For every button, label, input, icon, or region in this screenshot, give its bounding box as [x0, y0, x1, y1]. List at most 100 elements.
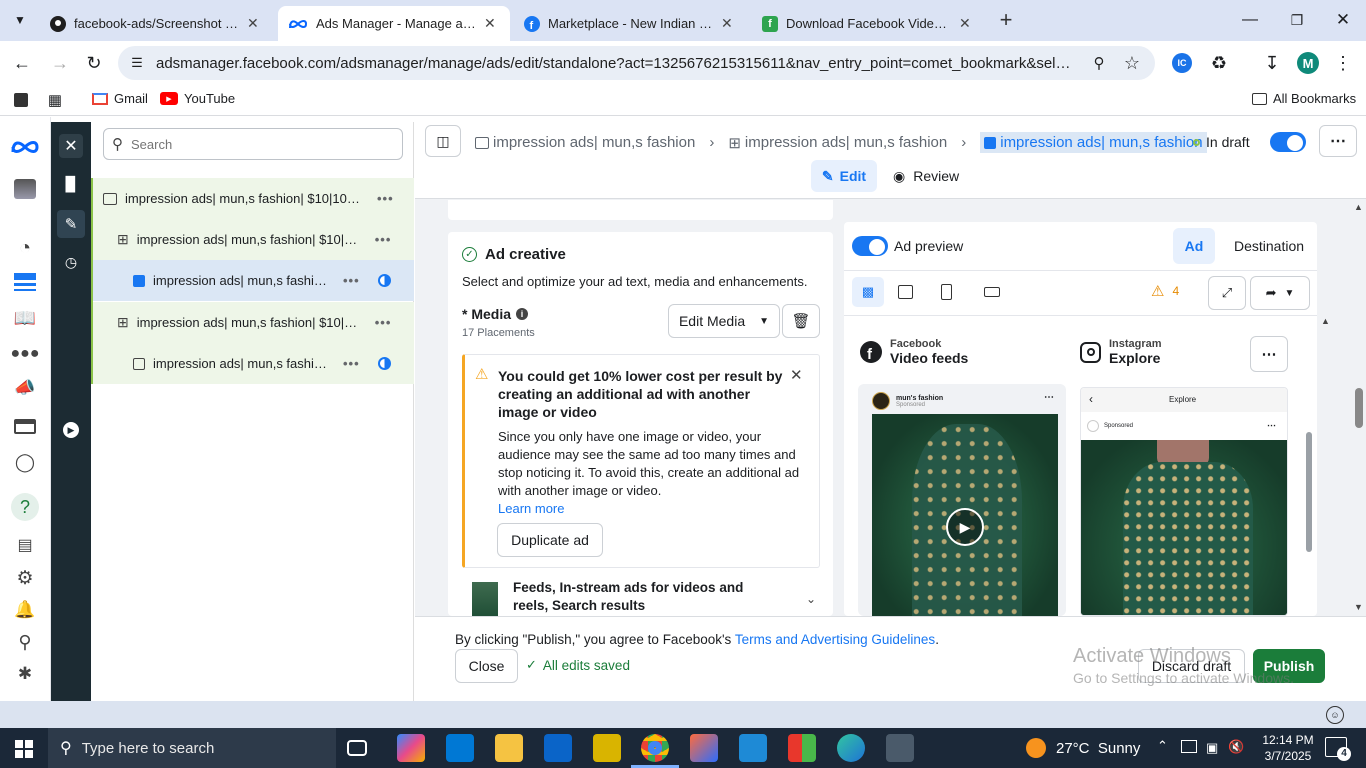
forward-arrow-icon[interactable]: → — [50, 53, 70, 73]
edit-pencil-icon[interactable]: ✎ — [57, 210, 85, 238]
tree-item-ad[interactable]: impression ads| mun,s fashion... ••• — [91, 343, 414, 384]
breadcrumb-campaign[interactable]: impression ads| mun,s fashion — [475, 134, 695, 151]
zoom-icon[interactable]: ⚲ — [1090, 54, 1108, 72]
minimize-window-icon[interactable]: — — [1240, 10, 1260, 30]
weather-widget[interactable]: 27°C Sunny — [1026, 738, 1140, 758]
publish-button[interactable]: Publish — [1253, 649, 1325, 683]
people-group-icon[interactable]: ●●● — [11, 343, 40, 365]
more-options-icon[interactable]: ••• — [377, 191, 394, 206]
preview-scrollbar[interactable] — [1306, 432, 1312, 552]
charts-icon[interactable]: ▉ — [61, 174, 81, 194]
vscode-icon[interactable] — [739, 734, 767, 762]
ad-active-toggle[interactable] — [1270, 132, 1306, 152]
meta-logo-icon[interactable] — [11, 139, 39, 155]
bookmark-youtube[interactable]: ▶ YouTube — [160, 91, 235, 106]
tab-review[interactable]: ◉ Review — [893, 160, 959, 192]
grid-app-icon[interactable] — [788, 734, 816, 762]
address-bar[interactable]: ☰ adsmanager.facebook.com/adsmanager/man… — [118, 46, 1155, 80]
feedback-smiley-icon[interactable]: ☺ — [1326, 706, 1344, 724]
network-icon[interactable] — [1181, 740, 1197, 753]
settings-gear-icon[interactable]: ⚙ — [14, 567, 36, 589]
close-button[interactable]: Close — [455, 649, 518, 683]
business-network-icon[interactable]: ◯ — [14, 451, 36, 473]
chevron-down-icon[interactable]: ⌄ — [806, 592, 816, 606]
placement-options-button[interactable]: ⋯ — [1250, 336, 1288, 372]
restore-window-icon[interactable]: ❐ — [1287, 10, 1307, 30]
chrome-icon[interactable] — [641, 734, 669, 762]
preview-tab-ad[interactable]: Ad — [1173, 228, 1215, 264]
browser-tab-github[interactable]: facebook-ads/Screenshot (10).p ✕ — [40, 6, 276, 41]
bug-report-icon[interactable]: ✱ — [14, 663, 36, 685]
tree-item-campaign[interactable]: impression ads| mun,s fashion| $10|10day… — [91, 178, 414, 219]
back-arrow-icon[interactable]: ← — [12, 53, 32, 73]
megaphone-icon[interactable]: 📣 — [14, 377, 36, 399]
delete-media-button[interactable]: 🗑 — [782, 304, 820, 338]
search-input[interactable] — [131, 136, 381, 152]
task-view-icon[interactable] — [347, 740, 367, 756]
news-feed-icon[interactable]: ▤ — [14, 535, 36, 555]
info-icon[interactable]: i — [516, 308, 529, 320]
browser-tab-download[interactable]: f Download Facebook Videos On ✕ — [752, 6, 988, 41]
site-settings-icon[interactable]: ☰ — [128, 54, 146, 72]
breadcrumb-adset[interactable]: ⊞ impression ads| mun,s fashion — [728, 134, 947, 152]
learn-more-link[interactable]: Learn more — [498, 501, 564, 516]
bookmark-gmail[interactable]: Gmail — [92, 91, 148, 106]
tools-app-icon[interactable] — [886, 734, 914, 762]
bookmark-star-icon[interactable]: ☆ — [1122, 53, 1142, 73]
tree-item-ad-selected[interactable]: impression ads| mun,s fashion... ••• — [91, 260, 414, 301]
more-options-icon[interactable]: ••• — [375, 232, 392, 247]
scroll-up-icon[interactable]: ▲ — [1354, 202, 1363, 212]
share-preview-button[interactable]: ➦ ▼ — [1250, 276, 1310, 310]
expand-preview-button[interactable]: ⤢ — [1208, 276, 1246, 310]
more-options-icon[interactable]: ••• — [343, 356, 360, 371]
new-tab-icon[interactable]: + — [996, 7, 1016, 32]
scroll-down-icon[interactable]: ▼ — [1354, 602, 1363, 612]
ad-preview-toggle[interactable] — [852, 236, 888, 256]
microsoft-store-icon[interactable] — [446, 734, 474, 762]
page-scrollbar-thumb[interactable] — [1355, 388, 1363, 428]
history-clock-icon[interactable]: ◷ — [61, 252, 81, 272]
mail-icon[interactable] — [544, 734, 572, 762]
browser-tab-adsmanager[interactable]: Ads Manager - Manage ads - A ✕ — [278, 6, 510, 41]
mobile-view-icon[interactable] — [941, 284, 952, 300]
close-window-icon[interactable]: ✕ — [1333, 10, 1353, 30]
download-icon[interactable]: ↧ — [1262, 52, 1282, 74]
tab-edit[interactable]: ✎ Edit — [811, 160, 877, 192]
camera-icon[interactable]: ▣ — [1206, 740, 1218, 756]
expand-panel-icon[interactable]: ▶ — [63, 422, 79, 438]
play-button-icon[interactable]: ▶ — [946, 508, 984, 546]
landscape-view-icon[interactable] — [984, 287, 1000, 297]
more-options-button[interactable]: ⋯ — [1319, 125, 1357, 157]
close-alert-icon[interactable]: ✕ — [790, 366, 803, 384]
edge-icon[interactable] — [837, 734, 865, 762]
taskbar-search-box[interactable]: ⚲ Type here to search — [48, 728, 336, 768]
extensions-puzzle-icon[interactable]: ♻ — [1209, 52, 1229, 74]
clock[interactable]: 12:14 PM 3/7/2025 — [1258, 732, 1318, 764]
discard-draft-button[interactable]: Discard draft — [1138, 649, 1245, 683]
extension-badge-icon[interactable]: IC — [1172, 53, 1192, 73]
tree-item-adset[interactable]: ⊞ impression ads| mun,s fashion| $10|10.… — [91, 219, 414, 260]
more-options-icon[interactable]: ••• — [343, 273, 360, 288]
terms-link[interactable]: Terms and Advertising Guidelines — [735, 632, 935, 647]
breadcrumb-ad[interactable]: impression ads| mun,s fashion — [980, 132, 1207, 153]
browser-menu-icon[interactable]: ⋮ — [1334, 52, 1352, 74]
edit-media-button[interactable]: Edit Media ▼ — [668, 304, 780, 338]
tray-chevron-icon[interactable]: ⌃ — [1157, 738, 1168, 754]
preview-tab-destination[interactable]: Destination — [1234, 238, 1304, 254]
desktop-view-icon[interactable] — [898, 285, 913, 299]
page-square-icon[interactable] — [14, 93, 28, 107]
placement-warnings[interactable]: ⚠ 4 — [1151, 282, 1179, 300]
search-box[interactable]: ⚲ — [103, 128, 403, 160]
billing-card-icon[interactable] — [14, 419, 36, 434]
reload-icon[interactable]: ↻ — [84, 53, 104, 73]
notifications-bell-icon[interactable]: 🔔 — [14, 599, 36, 621]
account-thumbnail[interactable] — [14, 179, 36, 199]
notification-center[interactable]: 4 — [1325, 737, 1351, 761]
close-tab-icon[interactable]: ✕ — [484, 15, 496, 32]
apps-grid-icon[interactable]: ▦ — [46, 91, 64, 109]
volume-muted-icon[interactable]: 🔇 — [1228, 739, 1244, 755]
duplicate-ad-button[interactable]: Duplicate ad — [497, 523, 603, 557]
all-devices-icon[interactable]: ▩ — [852, 277, 884, 307]
browser-tab-marketplace[interactable]: f Marketplace - New Indian Dres ✕ — [514, 6, 750, 41]
toggle-sidebar-button[interactable]: ◫ — [425, 125, 461, 157]
